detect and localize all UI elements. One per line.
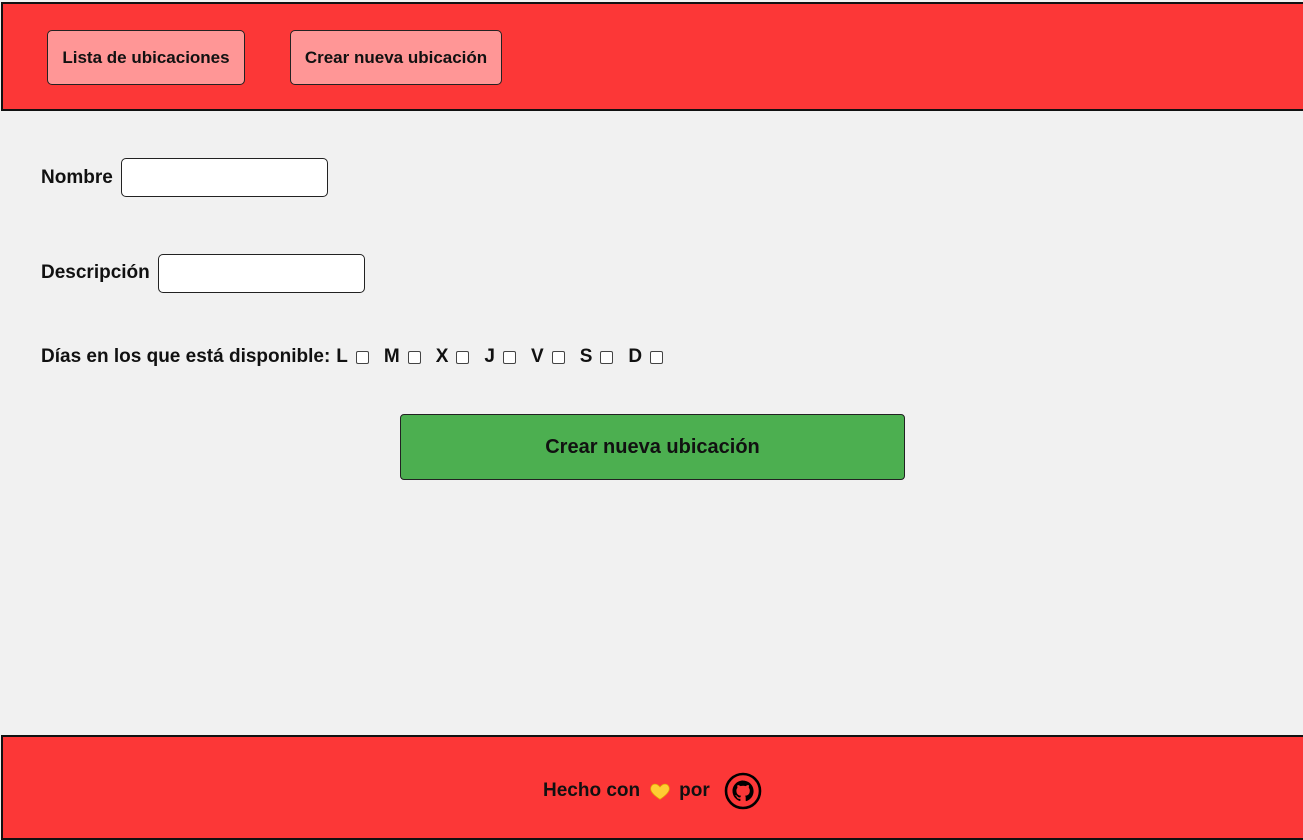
description-label: Descripción [41,262,150,283]
day-checkbox-s[interactable] [600,350,614,364]
day-checkbox-v[interactable] [551,350,565,364]
day-option-m: M [384,346,430,368]
header-bar: Lista de ubicaciones Crear nueva ubicaci… [1,2,1303,111]
footer-credits: Hecho con por [543,771,762,811]
days-label: Días en los que está disponible: [41,346,331,367]
day-checkbox-l[interactable] [355,350,369,364]
day-option-j: J [484,346,525,368]
description-input[interactable] [157,253,365,293]
day-letter: L [336,346,348,367]
name-row: Nombre [41,158,328,197]
page: Lista de ubicaciones Crear nueva ubicaci… [0,0,1303,840]
description-row: Descripción [41,253,365,293]
name-input[interactable] [120,158,328,197]
day-letter: S [579,346,593,367]
day-letter: X [435,346,449,367]
day-checkbox-x[interactable] [456,350,470,364]
day-option-x: X [436,346,479,368]
day-option-s: S [580,346,623,368]
list-locations-button[interactable]: Lista de ubicaciones [47,30,245,85]
day-option-v: V [531,346,574,368]
yellow-heart-icon [650,783,670,800]
day-letter: J [484,346,495,367]
made-with-text: Hecho con [543,780,641,801]
day-checkbox-j[interactable] [503,350,516,364]
day-checkbox-d[interactable] [650,350,664,364]
create-location-nav-button[interactable]: Crear nueva ubicación [290,30,502,85]
footer-bar: Hecho con por [1,735,1303,840]
day-letter: D [628,346,643,367]
day-letter: M [383,346,400,367]
create-location-submit-button[interactable]: Crear nueva ubicación [400,414,905,480]
day-option-l: L [336,346,378,368]
name-label: Nombre [41,166,113,188]
days-row: Días en los que está disponible: L M X J… [41,345,672,369]
by-text: por [679,780,710,801]
day-letter: V [531,346,544,367]
day-option-d: D [628,346,672,368]
github-icon[interactable] [724,772,762,810]
day-checkbox-m[interactable] [407,350,421,364]
